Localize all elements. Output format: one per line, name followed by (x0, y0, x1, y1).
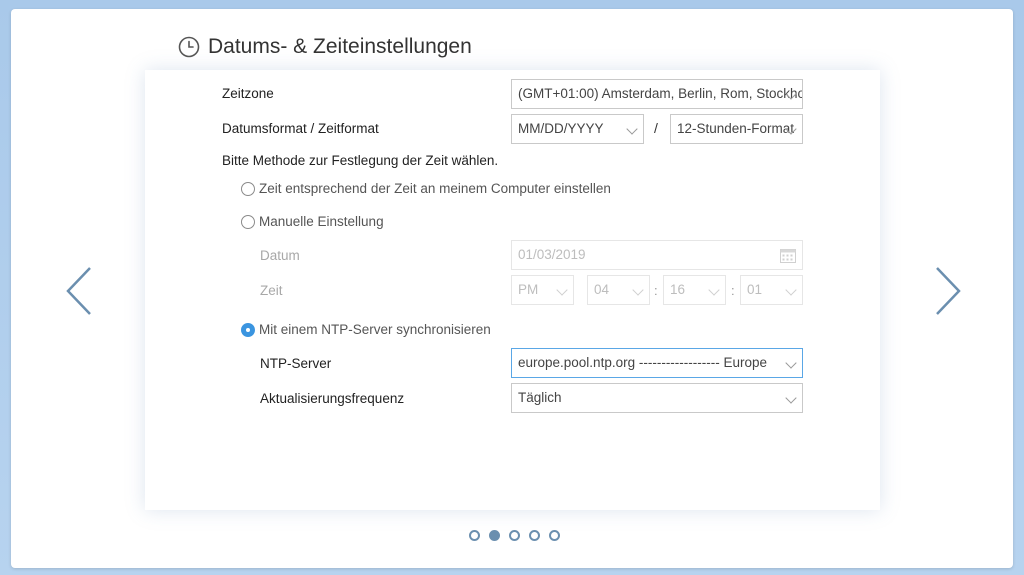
time-format-value: 12-Stunden-Format (677, 121, 795, 136)
pagination-dot[interactable] (549, 530, 560, 541)
pagination-dot[interactable] (469, 530, 480, 541)
time-label: Zeit (260, 283, 283, 298)
radio-manual-label[interactable]: Manuelle Einstellung (259, 214, 384, 229)
frequency-select[interactable]: Täglich (511, 383, 803, 413)
second-select[interactable]: 01 (740, 275, 803, 305)
time-separator: : (654, 283, 658, 298)
method-prompt: Bitte Methode zur Festlegung der Zeit wä… (222, 153, 499, 168)
format-separator: / (654, 120, 658, 136)
timezone-label: Zeitzone (222, 86, 274, 101)
ntp-server-value: europe.pool.ntp.org ------------------ E… (518, 355, 768, 370)
ntp-server-select[interactable]: europe.pool.ntp.org ------------------ E… (511, 348, 803, 378)
radio-computer-time-label[interactable]: Zeit entsprechend der Zeit an meinem Com… (259, 181, 611, 196)
chevron-down-icon (785, 392, 797, 404)
second-value: 01 (747, 282, 763, 297)
pagination-dot[interactable] (529, 530, 540, 541)
date-format-select[interactable]: MM/DD/YYYY (511, 114, 644, 144)
next-arrow-icon[interactable] (933, 265, 963, 317)
radio-manual[interactable] (241, 215, 255, 229)
clock-icon (178, 36, 200, 58)
timezone-value: (GMT+01:00) Amsterdam, Berlin, Rom, Stoc… (518, 86, 803, 101)
pagination-dot[interactable] (489, 530, 500, 541)
radio-computer-time[interactable] (241, 182, 255, 196)
chevron-down-icon (785, 284, 797, 296)
minute-select[interactable]: 16 (663, 275, 726, 305)
minute-value: 16 (670, 282, 686, 297)
pagination (469, 530, 560, 541)
date-label: Datum (260, 248, 300, 263)
page-header: Datums- & Zeiteinstellungen (178, 33, 472, 61)
date-input[interactable]: 01/03/2019 (511, 240, 803, 270)
date-format-value: MM/DD/YYYY (518, 121, 604, 136)
chevron-down-icon (708, 284, 720, 296)
chevron-down-icon (626, 123, 638, 135)
page-title: Datums- & Zeiteinstellungen (208, 35, 472, 58)
chevron-down-icon (785, 357, 797, 369)
chevron-down-icon (632, 284, 644, 296)
hour-select[interactable]: 04 (587, 275, 650, 305)
radio-ntp-label[interactable]: Mit einem NTP-Server synchronisieren (259, 322, 491, 337)
frequency-value: Täglich (518, 390, 562, 405)
ntp-server-label: NTP-Server (260, 356, 332, 371)
radio-ntp[interactable] (241, 323, 255, 337)
format-label: Datumsformat / Zeitformat (222, 121, 379, 136)
timezone-select[interactable]: (GMT+01:00) Amsterdam, Berlin, Rom, Stoc… (511, 79, 803, 109)
time-format-select[interactable]: 12-Stunden-Format (670, 114, 803, 144)
date-value: 01/03/2019 (518, 247, 586, 262)
time-separator: : (731, 283, 735, 298)
hour-value: 04 (594, 282, 610, 297)
ampm-value: PM (518, 282, 539, 297)
frequency-label: Aktualisierungsfrequenz (260, 391, 405, 406)
chevron-down-icon (556, 284, 568, 296)
calendar-icon[interactable] (780, 248, 796, 263)
previous-arrow-icon[interactable] (64, 265, 94, 317)
pagination-dot[interactable] (509, 530, 520, 541)
ampm-select[interactable]: PM (511, 275, 574, 305)
